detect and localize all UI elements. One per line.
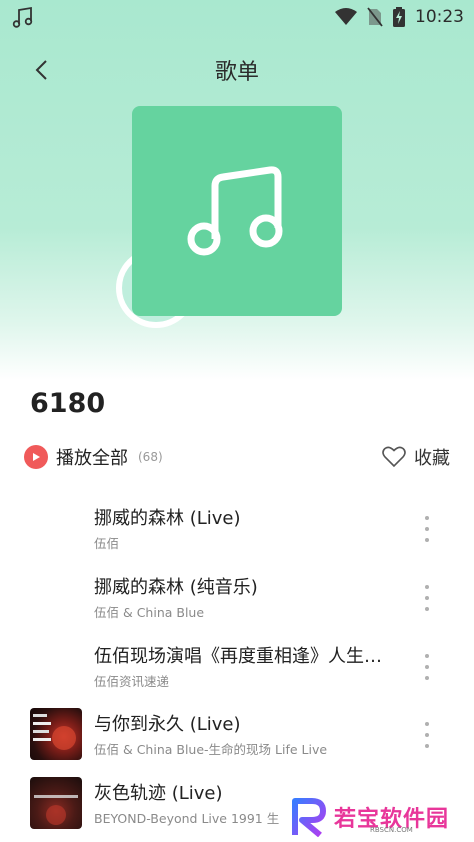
song-title: 挪威的森林 (Live) <box>94 508 241 529</box>
play-all-label: 播放全部 <box>56 448 128 469</box>
more-options-icon[interactable] <box>418 516 436 542</box>
song-title: 挪威的森林 (纯音乐) <box>94 577 258 598</box>
song-item[interactable]: 挪威的森林 (纯音乐) 伍佰 & China Blue <box>0 565 474 634</box>
album-art-icon <box>34 795 78 825</box>
watermark-subtext: RBSCN.COM <box>370 826 413 834</box>
nav-bar: 歌单 <box>0 44 474 94</box>
watermark-logo: 若宝软件园 RBSCN.COM <box>290 796 470 838</box>
more-options-icon[interactable] <box>418 722 436 748</box>
song-artist: 伍佰 & China Blue <box>94 605 205 620</box>
album-thumbnail <box>30 777 82 829</box>
song-artist: 伍佰资讯速递 <box>94 674 170 689</box>
favorite-button[interactable]: 收藏 <box>382 442 450 472</box>
song-artist: BEYOND-Beyond Live 1991 生 <box>94 811 280 826</box>
play-icon <box>24 445 48 469</box>
album-thumbnail <box>30 708 82 760</box>
play-all-button[interactable]: 播放全部 (68) <box>24 442 163 472</box>
status-bar: 10:23 <box>0 0 474 34</box>
song-item[interactable]: 与你到永久 (Live) 伍佰 & China Blue-生命的现场 Life … <box>0 702 474 771</box>
song-count: (68) <box>138 450 163 464</box>
song-item[interactable]: 挪威的森林 (Live) 伍佰 <box>0 496 474 565</box>
song-artist: 伍佰 & China Blue-生命的现场 Life Live <box>94 742 328 757</box>
song-artist: 伍佰 <box>94 536 120 551</box>
music-notification-icon <box>12 6 33 28</box>
heart-icon <box>382 446 406 468</box>
song-title: 与你到永久 (Live) <box>94 714 241 735</box>
song-item[interactable]: 伍佰现场演唱《再度重相逢》人生… 伍佰资讯速递 <box>0 634 474 703</box>
more-options-icon[interactable] <box>418 585 436 611</box>
favorite-label: 收藏 <box>414 448 450 469</box>
more-options-icon[interactable] <box>418 654 436 680</box>
page-title: 歌单 <box>214 60 259 85</box>
song-title: 灰色轨迹 (Live) <box>94 783 223 804</box>
album-art-icon <box>33 714 76 750</box>
music-note-icon <box>187 166 283 256</box>
no-sim-icon <box>367 7 383 27</box>
battery-charging-icon <box>393 7 405 27</box>
song-title: 伍佰现场演唱《再度重相逢》人生… <box>94 646 382 667</box>
watermark-r-icon <box>292 798 326 837</box>
wifi-icon <box>335 8 357 25</box>
playlist-cover <box>132 106 342 316</box>
status-time: 10:23 <box>415 7 464 27</box>
playlist-name: 6180 <box>30 388 106 419</box>
